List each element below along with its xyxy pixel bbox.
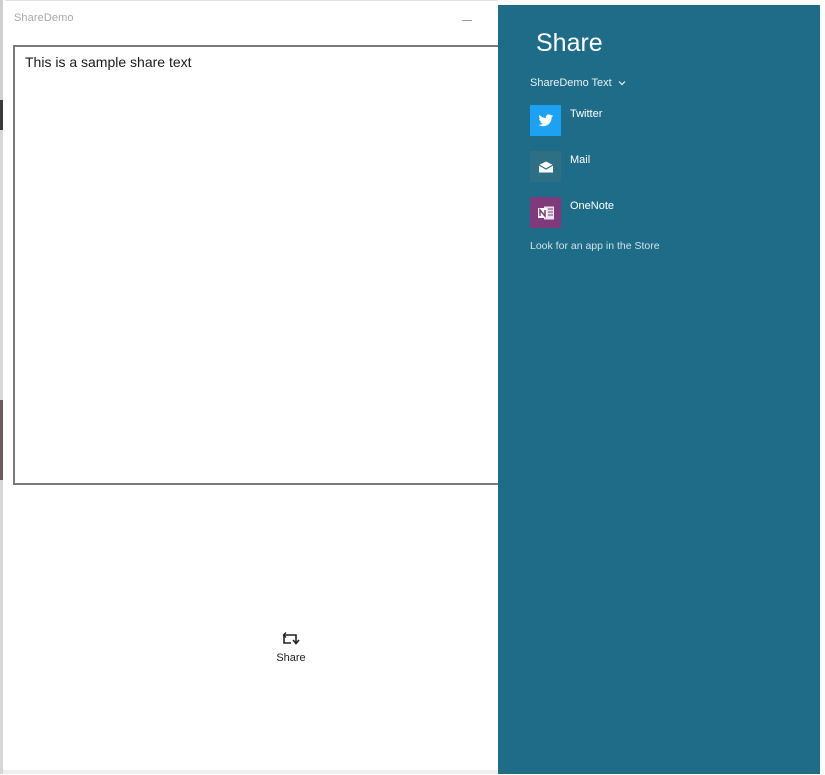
share-pane: Share ShareDemo Text Twitter Mail OneNot…	[498, 5, 820, 774]
right-border	[820, 5, 825, 774]
mail-icon	[530, 151, 561, 182]
desktop-edge	[0, 0, 3, 774]
share-target-twitter-label: Twitter	[570, 108, 603, 120]
share-target-mail-label: Mail	[570, 154, 591, 166]
chevron-down-icon	[618, 81, 626, 86]
twitter-icon	[530, 105, 561, 136]
share-button-label: Share	[276, 652, 306, 664]
share-icon	[282, 632, 300, 645]
share-pane-title: Share	[536, 29, 603, 57]
share-target-onenote-label: OneNote	[570, 200, 615, 212]
share-target-onenote[interactable]: OneNote	[530, 197, 614, 228]
share-source-label: ShareDemo Text	[530, 77, 612, 89]
window-title: ShareDemo	[14, 12, 74, 24]
window-bottom-edge	[3, 770, 498, 774]
share-target-mail[interactable]: Mail	[530, 151, 590, 182]
share-text-input[interactable]: This is a sample share text	[13, 45, 500, 485]
share-button[interactable]: Share	[262, 632, 320, 678]
minimize-icon[interactable]	[462, 20, 472, 21]
onenote-icon	[530, 197, 561, 228]
share-target-twitter[interactable]: Twitter	[530, 105, 602, 136]
share-source-selector[interactable]: ShareDemo Text	[530, 77, 626, 89]
store-link[interactable]: Look for an app in the Store	[530, 240, 660, 252]
